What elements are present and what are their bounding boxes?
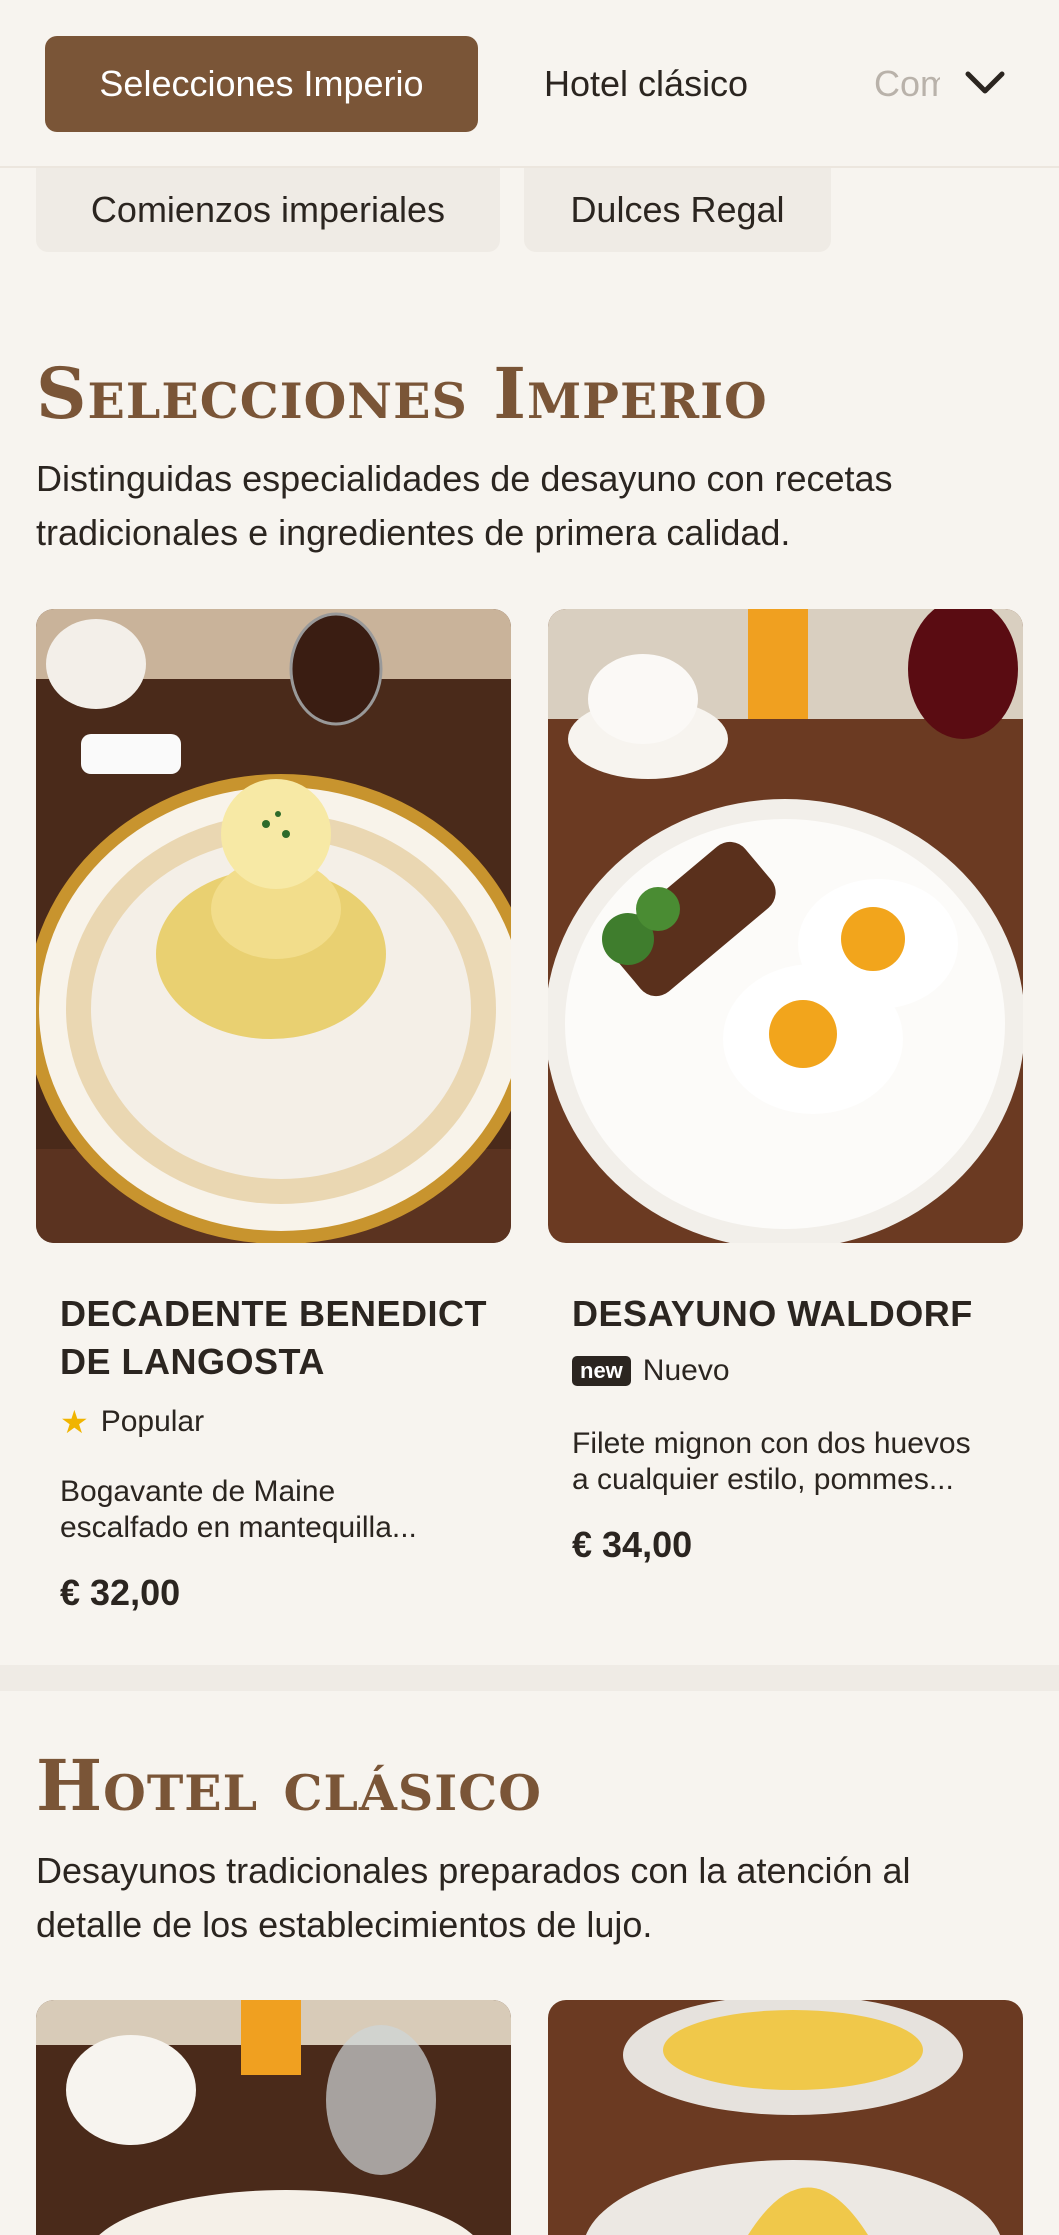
hotel-clasico-item-image[interactable] (548, 2000, 1023, 2235)
item-description-line: Filete mignon con dos huevos (572, 1427, 971, 1460)
section-title-selecciones-imperio: Selecciones Imperio (36, 352, 768, 435)
chip-comienzos-imperiales[interactable]: Comienzos imperiales (36, 168, 500, 252)
lobster-benedict-photo (36, 609, 511, 1243)
waldorf-breakfast-image[interactable] (548, 609, 1023, 1243)
hotel-clasico-item-image[interactable] (36, 2000, 511, 2235)
item-description: Bogavante de Maine escalfado en mantequi… (60, 1474, 480, 1546)
chip-dulces-regal[interactable]: Dulces Regal (524, 168, 831, 252)
chevron-down-icon[interactable] (960, 58, 1010, 108)
item-name-line: DECADENTE BENEDICT (60, 1293, 488, 1334)
item-name: DECADENTE BENEDICT DE LANGOSTA (60, 1290, 487, 1386)
section-title-hotel-clasico: Hotel clásico (36, 1744, 542, 1827)
popular-badge: ★ Popular (60, 1403, 204, 1441)
omelette-photo (548, 2000, 1023, 2235)
section-description: Desayunos tradicionales preparados con l… (36, 1850, 911, 1945)
item-description-line: escalfado en mantequilla... (60, 1511, 417, 1544)
item-description: Filete mignon con dos huevos a cualquier… (572, 1426, 992, 1498)
lobster-benedict-image[interactable] (36, 609, 511, 1243)
category-tab-bar: Selecciones Imperio Hotel clásico Comien… (0, 0, 1059, 168)
item-description-line: Bogavante de Maine (60, 1475, 336, 1508)
waldorf-breakfast-photo (548, 609, 1023, 1243)
item-name-line: DE LANGOSTA (60, 1341, 325, 1382)
item-description-line: a cualquier estilo, pommes... (572, 1463, 954, 1496)
section-divider (0, 1665, 1059, 1691)
tab-selecciones-imperio[interactable]: Selecciones Imperio (45, 36, 478, 132)
badge-label: Nuevo (642, 1354, 730, 1387)
hotel-clasico-photo (36, 2000, 511, 2235)
item-price: € 32,00 (60, 1572, 181, 1613)
badge-label: Popular (100, 1405, 205, 1438)
tab-comienzos-imperiales-partial[interactable]: Comienzos imperiales (874, 36, 940, 132)
new-tag: new (572, 1356, 631, 1386)
section-description: Distinguidas especialidades de desayuno … (36, 458, 893, 553)
tab-hotel-clasico[interactable]: Hotel clásico (544, 36, 748, 132)
item-name: DESAYUNO WALDORF (572, 1293, 973, 1334)
item-price: € 34,00 (572, 1524, 693, 1565)
star-icon: ★ (60, 1404, 89, 1440)
new-badge-row: new Nuevo (572, 1354, 730, 1388)
